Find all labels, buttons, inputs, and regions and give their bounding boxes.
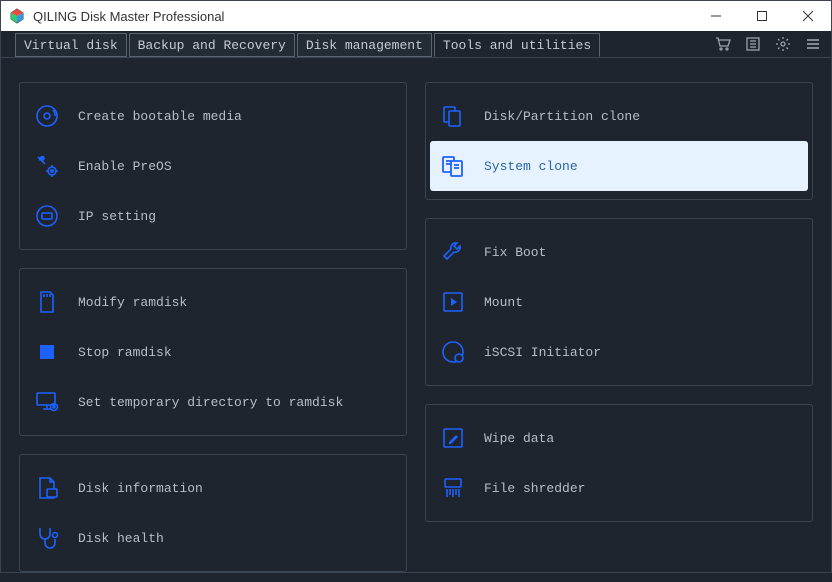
monitor-gear-icon xyxy=(34,389,60,415)
panel-ramdisk: Modify ramdisk Stop ramdisk Set temporar… xyxy=(19,268,407,436)
tab-label: Virtual disk xyxy=(24,38,118,53)
panel-boot: Create bootable media Enable PreOS xyxy=(19,82,407,250)
item-label: Disk information xyxy=(78,481,203,496)
item-disk-health[interactable]: Disk health xyxy=(24,513,402,563)
item-label: Modify ramdisk xyxy=(78,295,187,310)
item-label: Mount xyxy=(484,295,523,310)
item-mount[interactable]: Mount xyxy=(430,277,808,327)
tab-backup-recovery[interactable]: Backup and Recovery xyxy=(129,33,295,57)
disc-icon xyxy=(34,103,60,129)
tab-label: Tools and utilities xyxy=(443,38,591,53)
item-disk-information[interactable]: Disk information xyxy=(24,463,402,513)
gear-icon[interactable] xyxy=(775,36,791,52)
right-column: Disk/Partition clone System clone xyxy=(425,82,813,572)
panel-wipe: Wipe data File shredder xyxy=(425,404,813,522)
document-icon xyxy=(34,475,60,501)
item-label: Stop ramdisk xyxy=(78,345,172,360)
tab-label: Disk management xyxy=(306,38,423,53)
target-icon xyxy=(440,339,466,365)
cart-icon[interactable] xyxy=(715,36,731,52)
item-enable-preos[interactable]: Enable PreOS xyxy=(24,141,402,191)
app-logo-icon xyxy=(9,8,25,24)
wrench-icon xyxy=(440,239,466,265)
panel-clone: Disk/Partition clone System clone xyxy=(425,82,813,200)
list-icon[interactable] xyxy=(745,36,761,52)
item-ip-setting[interactable]: IP setting xyxy=(24,191,402,241)
item-label: Enable PreOS xyxy=(78,159,172,174)
item-modify-ramdisk[interactable]: Modify ramdisk xyxy=(24,277,402,327)
sdcard-icon xyxy=(34,289,60,315)
item-label: Wipe data xyxy=(484,431,554,446)
item-label: Create bootable media xyxy=(78,109,242,124)
item-label: File shredder xyxy=(484,481,585,496)
item-label: Disk health xyxy=(78,531,164,546)
item-label: Fix Boot xyxy=(484,245,546,260)
item-label: Disk/Partition clone xyxy=(484,109,640,124)
item-label: IP setting xyxy=(78,209,156,224)
item-system-clone[interactable]: System clone xyxy=(430,141,808,191)
item-label: System clone xyxy=(484,159,578,174)
stethoscope-icon xyxy=(34,525,60,551)
tab-tools-utilities[interactable]: Tools and utilities xyxy=(434,33,600,57)
tab-disk-management[interactable]: Disk management xyxy=(297,33,432,57)
play-icon xyxy=(440,289,466,315)
main-content: Create bootable media Enable PreOS xyxy=(1,58,831,582)
tab-virtual-disk[interactable]: Virtual disk xyxy=(15,33,127,57)
item-set-temp-dir[interactable]: Set temporary directory to ramdisk xyxy=(24,377,402,427)
window-title: QILING Disk Master Professional xyxy=(33,9,693,24)
window-controls xyxy=(693,1,831,31)
item-partition-clone[interactable]: Disk/Partition clone xyxy=(430,91,808,141)
item-label: Set temporary directory to ramdisk xyxy=(78,395,343,410)
panel-disk-info: Disk information Disk health xyxy=(19,454,407,572)
item-iscsi-initiator[interactable]: iSCSI Initiator xyxy=(430,327,808,377)
title-bar: QILING Disk Master Professional xyxy=(1,1,831,31)
item-fix-boot[interactable]: Fix Boot xyxy=(430,227,808,277)
tab-label: Backup and Recovery xyxy=(138,38,286,53)
left-column: Create bootable media Enable PreOS xyxy=(19,82,407,572)
network-icon xyxy=(34,203,60,229)
wrench-gear-icon xyxy=(34,153,60,179)
toolbar-icons xyxy=(715,31,821,57)
item-file-shredder[interactable]: File shredder xyxy=(430,463,808,513)
tab-bar: Virtual disk Backup and Recovery Disk ma… xyxy=(1,31,831,58)
system-clone-icon xyxy=(440,153,466,179)
item-create-bootable-media[interactable]: Create bootable media xyxy=(24,91,402,141)
menu-icon[interactable] xyxy=(805,36,821,52)
minimize-button[interactable] xyxy=(693,1,739,31)
item-stop-ramdisk[interactable]: Stop ramdisk xyxy=(24,327,402,377)
close-button[interactable] xyxy=(785,1,831,31)
panel-boot-tools: Fix Boot Mount iSCSI Initiator xyxy=(425,218,813,386)
shredder-icon xyxy=(440,475,466,501)
item-wipe-data[interactable]: Wipe data xyxy=(430,413,808,463)
item-label: iSCSI Initiator xyxy=(484,345,601,360)
maximize-button[interactable] xyxy=(739,1,785,31)
stop-icon xyxy=(34,339,60,365)
clone-icon xyxy=(440,103,466,129)
edit-icon xyxy=(440,425,466,451)
